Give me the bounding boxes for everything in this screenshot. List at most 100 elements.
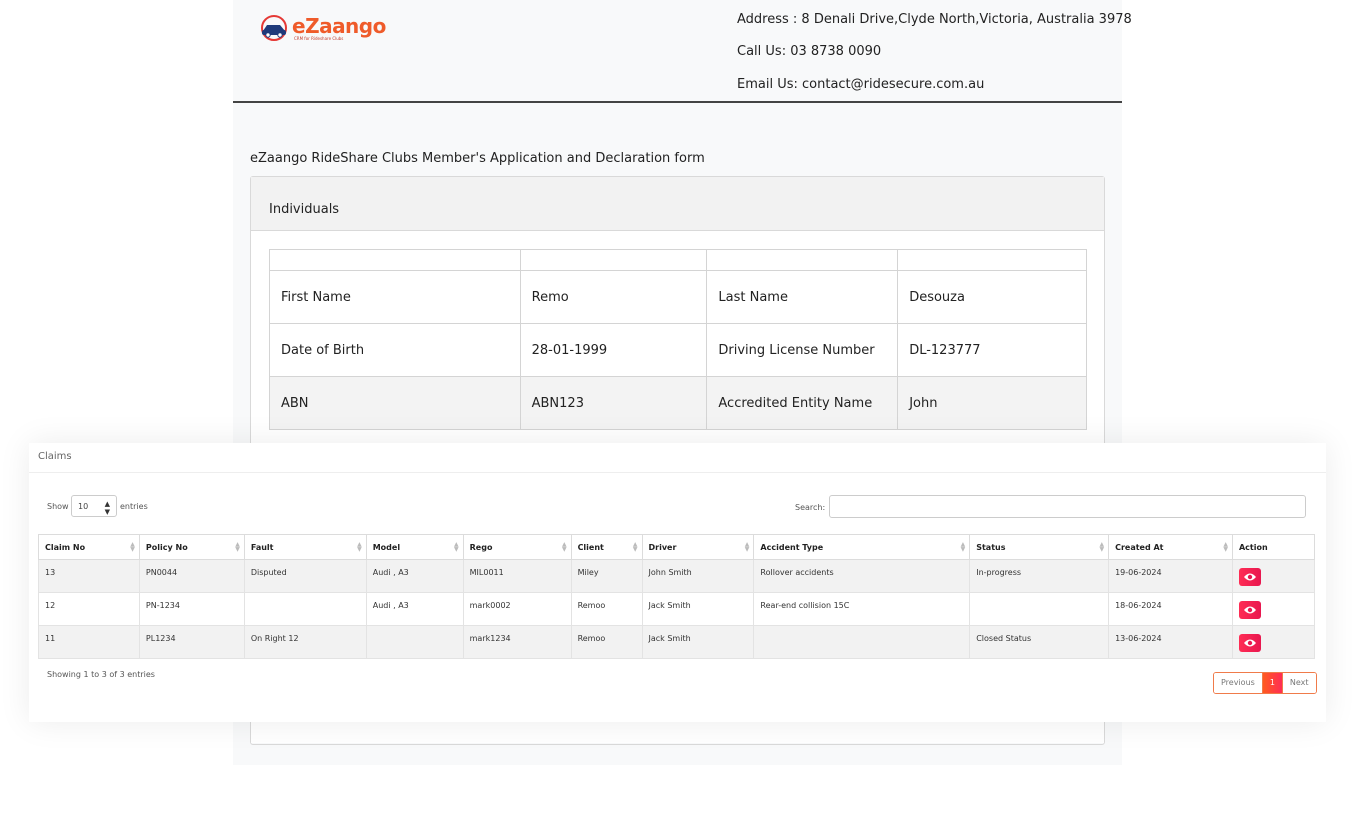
sort-icon: ▲ ▼ bbox=[1223, 541, 1228, 553]
sort-icon: ▲ ▼ bbox=[130, 541, 135, 553]
card-header: Individuals bbox=[251, 177, 1104, 231]
section-title: Individuals bbox=[269, 202, 340, 217]
column-header-claim-no[interactable]: Claim No ▲ ▼ bbox=[38, 534, 140, 560]
sort-icon: ▲ ▼ bbox=[632, 541, 638, 553]
sort-icon: ▲ ▼ bbox=[744, 541, 750, 553]
column-header-policy-no[interactable]: Policy No ▲ ▼ bbox=[138, 534, 245, 560]
sort-icon: ▲ ▼ bbox=[561, 541, 567, 553]
sort-icon: ▲ ▼ bbox=[960, 541, 966, 553]
table-row: ABN ABN123 Accredited Entity Name John bbox=[269, 376, 1087, 430]
table-header-row: Claim No ▲ ▼ Policy No ▲ ▼ Fault ▲ ▼ Model ▲ ▼ R… bbox=[38, 534, 1316, 560]
claims-panel: Claims Show 10 ▲ ▼ entries Search: Claim … bbox=[29, 443, 1326, 722]
page-1-button[interactable]: 1 bbox=[1262, 673, 1282, 693]
column-header-created-at[interactable]: Created At ▲ ▼ bbox=[1108, 534, 1233, 560]
sort-icon: ▲ ▼ bbox=[1099, 541, 1105, 553]
cell-claim-no: 11 bbox=[45, 633, 56, 643]
cell-created-at: 19-06-2024 bbox=[1115, 567, 1162, 577]
column-header-rego[interactable]: Rego ▲ ▼ bbox=[462, 534, 572, 560]
column-header-accident-type[interactable]: Accident Type ▲ ▼ bbox=[753, 534, 971, 560]
search-input[interactable] bbox=[829, 495, 1306, 518]
field-value: Desouza bbox=[897, 270, 1087, 324]
field-label: Date of Birth bbox=[269, 323, 521, 377]
cell-policy-no: PN-1234 bbox=[145, 600, 180, 610]
column-header-status[interactable]: Status ▲ ▼ bbox=[969, 534, 1110, 560]
form-title: eZaango RideShare Clubs Member's Applica… bbox=[250, 151, 705, 166]
contact-email: Email Us: contact@ridesecure.com.au bbox=[737, 77, 985, 92]
table-row: 11 PL1234 On Right 12 mark1234 Remoo Jac… bbox=[38, 625, 1316, 659]
table-row: 13 PN0044 Disputed Audi , A3 MIL0011 Mil… bbox=[38, 559, 1316, 593]
brand-logo: eZaango CRM for Rideshare Clubs bbox=[258, 14, 386, 44]
previous-page-button[interactable]: Previous bbox=[1214, 673, 1263, 693]
column-header-fault[interactable]: Fault ▲ ▼ bbox=[243, 534, 367, 560]
document-header: eZaango CRM for Rideshare Clubs Address … bbox=[233, 0, 1132, 103]
pagination: Previous 1 Next bbox=[1213, 672, 1317, 694]
cell-policy-no: PN0044 bbox=[145, 567, 178, 577]
cell-model: Audi , A3 bbox=[372, 567, 409, 577]
field-value: Remo bbox=[519, 270, 708, 324]
cell-rego: mark0002 bbox=[469, 600, 511, 610]
cell-client: Miley bbox=[577, 567, 599, 577]
column-header-action: Action bbox=[1231, 534, 1316, 560]
sort-icon: ▲ ▼ bbox=[357, 541, 362, 553]
cell-status: In-progress bbox=[976, 567, 1022, 577]
table-info: Showing 1 to 3 of 3 entries bbox=[47, 670, 155, 679]
cell-accident-type: Rollover accidents bbox=[760, 567, 834, 577]
field-value: DL-123777 bbox=[897, 323, 1087, 377]
individuals-table: First Name Remo Last Name Desouza Date o… bbox=[269, 249, 1087, 430]
table-row: Date of Birth 28-01-1999 Driving License… bbox=[269, 323, 1087, 377]
page-length-value: 10 bbox=[78, 502, 89, 511]
sort-arrows-icon: ▲ ▼ bbox=[104, 500, 110, 516]
contact-address: Address : 8 Denali Drive,Clyde North,Vic… bbox=[737, 12, 1132, 27]
sort-icon: ▲ ▼ bbox=[454, 541, 459, 553]
brand-name: eZaango bbox=[292, 14, 386, 38]
cell-client: Remoo bbox=[577, 633, 606, 643]
table-row: 12 PN-1234 Audi , A3 mark0002 Remoo Jack… bbox=[38, 592, 1316, 626]
claims-header: Claims bbox=[29, 443, 1326, 473]
cell-model: Audi , A3 bbox=[372, 600, 409, 610]
table-row bbox=[269, 249, 1087, 271]
show-label: Show bbox=[47, 502, 69, 511]
view-claim-button[interactable] bbox=[1238, 634, 1261, 652]
cell-fault: Disputed bbox=[250, 567, 287, 577]
cell-driver: Jack Smith bbox=[648, 600, 691, 610]
column-header-driver[interactable]: Driver ▲ ▼ bbox=[641, 534, 755, 560]
car-logo-icon bbox=[261, 15, 287, 41]
cell-status: Closed Status bbox=[976, 633, 1032, 643]
column-header-model[interactable]: Model ▲ ▼ bbox=[365, 534, 464, 560]
eye-icon bbox=[1243, 606, 1256, 614]
cell-policy-no: PL1234 bbox=[145, 633, 176, 643]
cell-driver: Jack Smith bbox=[648, 633, 691, 643]
view-claim-button[interactable] bbox=[1238, 568, 1261, 586]
cell-accident-type: Rear-end collision 15C bbox=[760, 600, 850, 610]
cell-fault: On Right 12 bbox=[250, 633, 299, 643]
sort-icon: ▲ ▼ bbox=[235, 541, 240, 553]
next-page-button[interactable]: Next bbox=[1281, 673, 1316, 693]
field-value: John bbox=[897, 376, 1087, 430]
contact-phone: Call Us: 03 8738 0090 bbox=[737, 44, 882, 59]
cell-rego: MIL0011 bbox=[469, 567, 504, 577]
claims-table: Claim No ▲ ▼ Policy No ▲ ▼ Fault ▲ ▼ Model ▲ ▼ R… bbox=[38, 534, 1316, 659]
cell-driver: John Smith bbox=[648, 567, 692, 577]
eye-icon bbox=[1243, 573, 1256, 581]
claims-title: Claims bbox=[38, 451, 72, 462]
cell-created-at: 13-06-2024 bbox=[1115, 633, 1162, 643]
field-label: First Name bbox=[269, 270, 521, 324]
cell-rego: mark1234 bbox=[469, 633, 511, 643]
column-header-client[interactable]: Client ▲ ▼ bbox=[570, 534, 643, 560]
view-claim-button[interactable] bbox=[1238, 601, 1261, 619]
entries-label: entries bbox=[120, 502, 148, 511]
cell-claim-no: 12 bbox=[45, 600, 56, 610]
cell-claim-no: 13 bbox=[45, 567, 56, 577]
field-label: Last Name bbox=[706, 270, 899, 324]
search-label: Search: bbox=[795, 503, 826, 512]
table-row: First Name Remo Last Name Desouza bbox=[269, 270, 1087, 324]
eye-icon bbox=[1243, 639, 1256, 647]
field-value: ABN123 bbox=[519, 376, 708, 430]
field-label: Driving License Number bbox=[706, 323, 899, 377]
brand-tagline: CRM for Rideshare Clubs bbox=[294, 36, 344, 41]
cell-created-at: 18-06-2024 bbox=[1115, 600, 1162, 610]
field-value: 28-01-1999 bbox=[519, 323, 708, 377]
field-label: Accredited Entity Name bbox=[706, 376, 899, 430]
cell-client: Remoo bbox=[577, 600, 606, 610]
page-length-select[interactable]: 10 ▲ ▼ bbox=[71, 495, 117, 517]
